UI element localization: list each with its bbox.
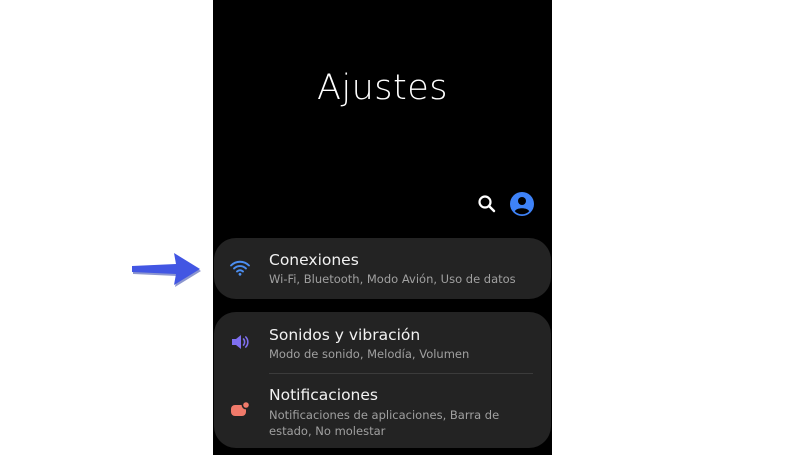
screenshot-stage: Ajustes Conexiones Wi-Fi, Bluetooth, Mod… bbox=[0, 0, 800, 455]
menu-item-description: Wi-Fi, Bluetooth, Modo Avión, Uso de dat… bbox=[269, 272, 516, 286]
menu-item-label: Conexiones bbox=[269, 251, 359, 269]
account-icon[interactable] bbox=[510, 192, 534, 216]
arrow-right-icon bbox=[132, 253, 201, 287]
menu-item-description: Modo de sonido, Melodía, Volumen bbox=[269, 347, 470, 361]
speaker-icon bbox=[232, 335, 249, 349]
connections-card: Conexiones Wi-Fi, Bluetooth, Modo Avión,… bbox=[214, 238, 551, 299]
wifi-icon bbox=[230, 260, 250, 276]
search-icon[interactable] bbox=[476, 193, 498, 215]
menu-item-notifications[interactable]: Notificaciones Notificaciones de aplicac… bbox=[214, 374, 551, 448]
menu-item-description: Notificaciones de aplicaciones, Barra de… bbox=[269, 408, 500, 438]
notification-badge-icon bbox=[231, 400, 251, 416]
sound-notification-card: Sonidos y vibración Modo de sonido, Melo… bbox=[214, 312, 551, 448]
page-title: Ajustes bbox=[316, 68, 449, 108]
menu-item-label: Notificaciones bbox=[269, 386, 378, 404]
menu-item-connections[interactable]: Conexiones Wi-Fi, Bluetooth, Modo Avión,… bbox=[214, 238, 551, 299]
menu-item-label: Sonidos y vibración bbox=[269, 326, 421, 344]
menu-item-sounds[interactable]: Sonidos y vibración Modo de sonido, Melo… bbox=[214, 312, 551, 373]
settings-screen: Ajustes Conexiones Wi-Fi, Bluetooth, Mod… bbox=[213, 0, 552, 455]
